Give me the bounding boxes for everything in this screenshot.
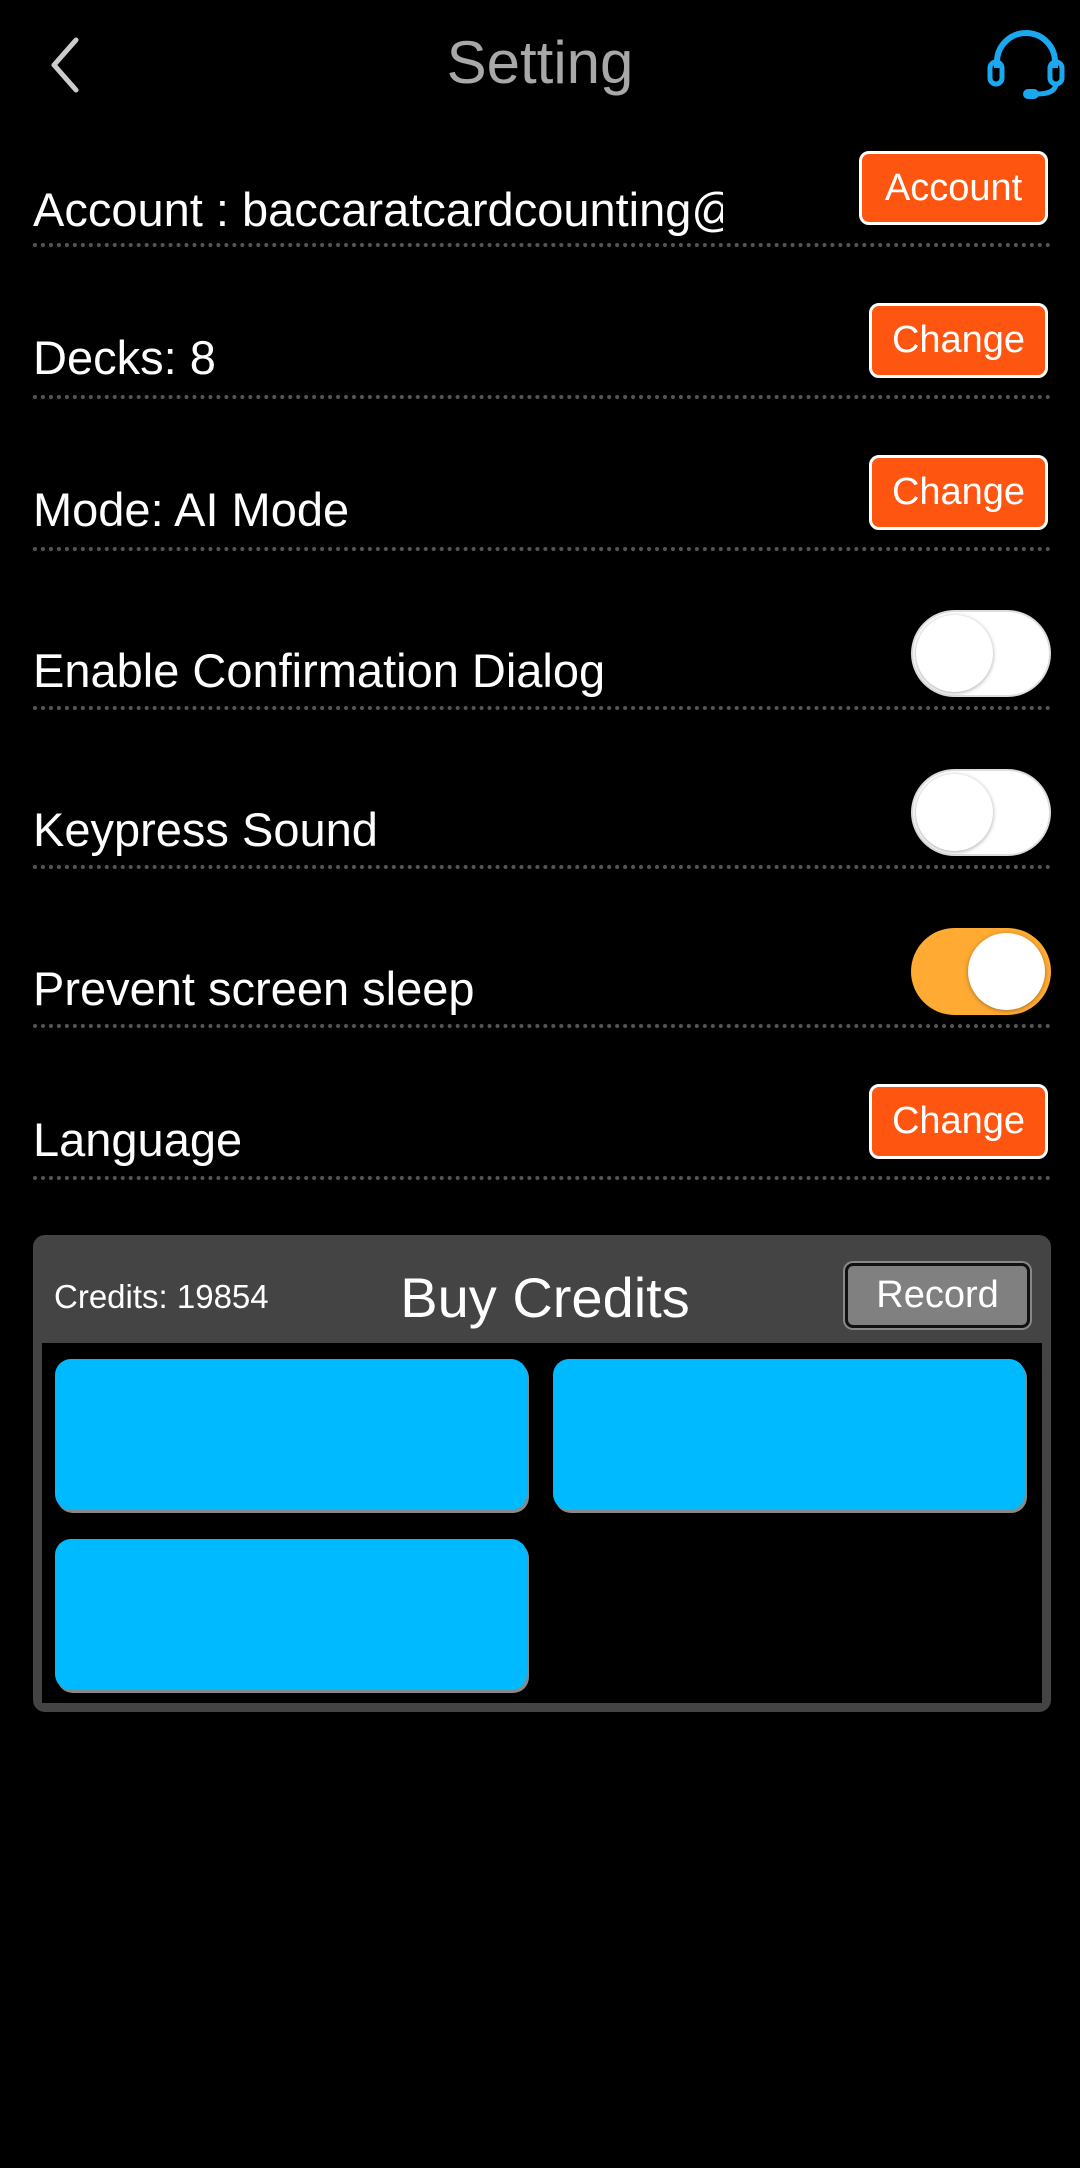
change-mode-button[interactable]: Change: [869, 455, 1048, 530]
credit-package-tile[interactable]: [553, 1359, 1025, 1510]
record-button[interactable]: Record: [845, 1263, 1030, 1328]
credit-package-tile[interactable]: [55, 1539, 527, 1690]
toggle-knob: [916, 774, 993, 851]
page-title: Setting: [446, 29, 634, 96]
confirmation-dialog-toggle[interactable]: [911, 610, 1051, 697]
buy-credits-title: Buy Credits: [400, 1266, 690, 1329]
toggle-knob: [916, 615, 993, 692]
prevent-sleep-label: Prevent screen sleep: [33, 962, 475, 1015]
credit-package-tile[interactable]: [55, 1359, 527, 1510]
account-button[interactable]: Account: [859, 151, 1048, 225]
divider: [33, 1176, 1051, 1180]
headset-icon: [987, 30, 1065, 99]
change-decks-button[interactable]: Change: [869, 303, 1048, 378]
language-label: Language: [33, 1113, 243, 1166]
keypress-sound-toggle[interactable]: [911, 769, 1051, 856]
change-language-button[interactable]: Change: [869, 1084, 1048, 1159]
divider: [33, 865, 1051, 869]
divider: [33, 547, 1051, 551]
mode-label: Mode: AI Mode: [33, 483, 350, 536]
credits-balance: Credits: 19854: [54, 1278, 269, 1315]
account-label: Account : baccaratcardcounting@: [33, 183, 723, 236]
keypress-sound-label: Keypress Sound: [33, 803, 378, 856]
confirmation-dialog-label: Enable Confirmation Dialog: [33, 644, 606, 697]
toggle-knob: [968, 933, 1045, 1010]
divider: [33, 1024, 1051, 1028]
divider: [33, 395, 1051, 399]
prevent-sleep-toggle[interactable]: [911, 928, 1051, 1015]
divider: [33, 706, 1051, 710]
divider: [33, 243, 1051, 247]
decks-label: Decks: 8: [33, 331, 216, 384]
support-button[interactable]: [985, 28, 1067, 102]
